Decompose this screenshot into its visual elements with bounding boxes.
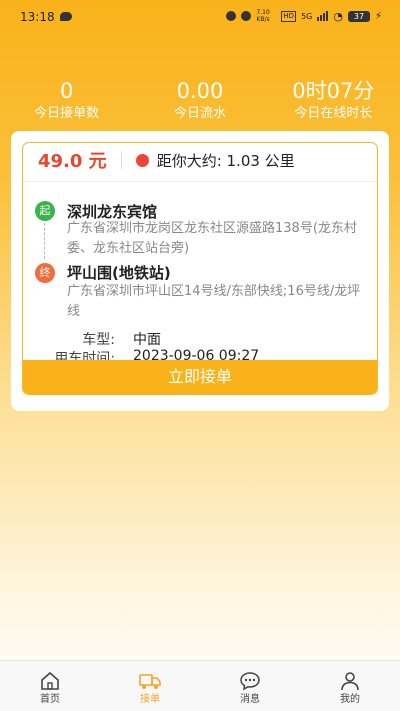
stat-label: 今日流水 [173, 106, 226, 121]
bottom-tab-bar: 首页 接单 消息 我的 [0, 660, 400, 711]
stat-label: 今日在线时长 [294, 106, 373, 121]
status-time: 13:18 [20, 10, 55, 24]
network-type: 5G [301, 11, 313, 21]
alarm-icon [226, 11, 237, 21]
stat-value: 0 [59, 79, 74, 103]
stat-value: 0时07分 [292, 79, 375, 103]
wifi-icon: ◔ [333, 9, 343, 23]
status-icons: 7.10 KB/s HD 5G ◔ 37 ⚡ [226, 9, 382, 23]
end-location-address: 广东省深圳市坪山区14号线/东部快线;16号线/龙坪线 [67, 284, 361, 319]
hd-badge: HD [281, 10, 297, 22]
stat-orders: 0 今日接单数 [0, 78, 133, 123]
home-icon [41, 671, 59, 690]
tab-profile[interactable]: 我的 [300, 661, 400, 711]
message-icon [240, 672, 260, 691]
tab-orders[interactable]: 接单 [100, 661, 200, 711]
tab-label: 我的 [340, 694, 360, 705]
accept-order-button[interactable]: 立即接单 [23, 360, 377, 394]
chat-notification-icon [60, 12, 72, 21]
stat-revenue: 0.00 今日流水 [133, 78, 266, 123]
location-icon [241, 11, 252, 21]
route-line [44, 223, 45, 259]
tab-label: 消息 [240, 694, 260, 705]
battery-icon: 37 [347, 10, 370, 22]
stat-online-time: 0时07分 今日在线时长 [267, 78, 400, 123]
order-distance: 距你大约: 1.03 公里 [156, 151, 295, 170]
stat-value: 0.00 [176, 79, 224, 103]
user-icon [341, 672, 359, 691]
order-card-container: 49.0 元 距你大约: 1.03 公里 起 深圳龙东宾馆 广东省深圳市龙岗区龙… [11, 131, 389, 411]
divider [23, 181, 377, 182]
signal-icon [317, 11, 329, 21]
order-price: 49.0 元 [38, 151, 107, 172]
end-badge: 终 [35, 263, 55, 283]
distance-dot-icon [135, 153, 149, 167]
tab-label: 接单 [140, 694, 160, 705]
stat-label: 今日接单数 [34, 106, 100, 121]
stats-panel: 0 今日接单数 0.00 今日流水 0时07分 今日在线时长 [0, 78, 400, 123]
order-card[interactable]: 49.0 元 距你大约: 1.03 公里 起 深圳龙东宾馆 广东省深圳市龙岗区龙… [22, 142, 378, 395]
charging-icon: ⚡ [374, 10, 382, 22]
divider [120, 151, 122, 169]
start-location-address: 广东省深圳市龙岗区龙东社区源盛路138号(龙东村委、龙东社区站台旁) [67, 221, 357, 256]
end-location-name: 坪山围(地铁站) [67, 264, 171, 282]
vehicle-type-label: 车型: [82, 332, 115, 348]
net-speed: 7.10 KB/s [256, 9, 270, 23]
tab-messages[interactable]: 消息 [200, 661, 300, 711]
vehicle-type-value: 中面 [133, 332, 161, 348]
truck-icon [139, 674, 161, 689]
tab-home[interactable]: 首页 [0, 661, 100, 711]
start-badge: 起 [35, 201, 55, 221]
status-bar: 13:18 7.10 KB/s HD 5G ◔ 37 ⚡ [0, 0, 400, 34]
vehicle-type-row: 车型: 中面 [23, 329, 161, 349]
tab-label: 首页 [40, 694, 60, 705]
price-row: 49.0 元 距你大约: 1.03 公里 [23, 143, 377, 177]
